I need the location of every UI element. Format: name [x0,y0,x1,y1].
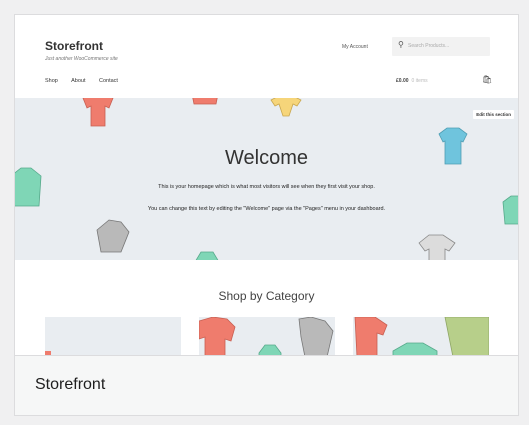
site-title: Storefront [45,39,103,53]
category-image-3 [354,317,489,355]
basket-icon[interactable]: 🛍 [482,75,492,84]
search-placeholder: Search Products... [408,43,450,49]
red-shorts-icon [192,98,218,105]
theme-card-footer: Storefront [15,355,518,415]
edit-section-button[interactable]: Edit this section [473,110,514,119]
search-icon: ⚲ [398,40,404,49]
nav-item-shop[interactable]: Shop [45,78,58,84]
my-account-link[interactable]: My Account [342,44,368,50]
category-image-2 [199,317,334,355]
site-tagline: Just another WooCommerce site [45,56,118,62]
grey-shirt-icon [418,234,456,260]
grey-hoodie-icon [96,219,130,253]
green-shirt-icon [502,195,518,225]
primary-nav: Shop About Contact [45,78,130,84]
search-input[interactable]: ⚲ Search Products... [392,37,490,56]
category-card-3[interactable] [353,317,489,355]
hero-section: Edit this section Welcome This is your h… [15,98,518,260]
theme-preview[interactable]: Storefront Just another WooCommerce site… [15,15,518,355]
nav-item-about[interactable]: About [71,78,85,84]
category-image-1 [45,351,51,355]
cart-summary[interactable]: £0.00 0 items [396,78,428,84]
hero-paragraph-1: This is your homepage which is what most… [158,184,375,190]
nav-item-contact[interactable]: Contact [99,78,118,84]
hero-paragraph-2: You can change this text by editing the … [147,206,386,212]
green-item-icon [195,251,219,260]
category-card-2[interactable] [199,317,335,355]
red-shirt-icon [82,98,114,127]
yellow-shirt-icon [270,98,302,117]
category-card-1[interactable] [45,317,181,355]
theme-name: Storefront [35,376,106,393]
shop-by-category-heading: Shop by Category [218,289,315,303]
hero-heading: Welcome [225,147,308,169]
cart-price: £0.00 [396,78,409,84]
cart-items: 0 items [411,78,428,84]
theme-card[interactable]: Storefront Just another WooCommerce site… [14,14,519,416]
